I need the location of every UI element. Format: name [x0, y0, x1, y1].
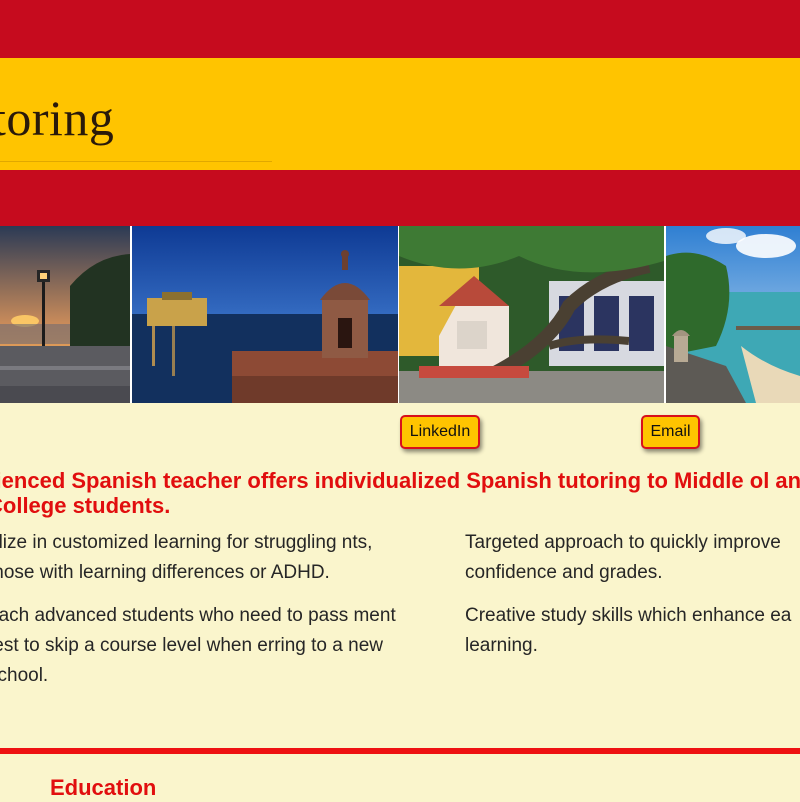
linkedin-button[interactable]: LinkedIn [400, 415, 480, 449]
left-paragraph-2: each advanced students who need to pass … [0, 605, 396, 686]
intro-headline: rienced Spanish teacher offers individua… [0, 468, 800, 518]
fortress-sentry-box-night-photo [132, 226, 398, 403]
sunset-lamppost-photo [0, 226, 130, 403]
right-column: Targeted approach to quickly improve con… [465, 528, 800, 674]
header-divider [0, 161, 272, 162]
right-paragraph-1: Targeted approach to quickly improve con… [465, 532, 781, 583]
coastal-fort-beach-photo [666, 226, 800, 403]
section-divider [0, 748, 800, 754]
header-red-band-top [0, 0, 800, 58]
left-paragraph-1: alize in customized learning for struggl… [0, 532, 373, 583]
right-paragraph-2: Creative study skills which enhance ea l… [465, 605, 792, 656]
courtyard-tree-photo [399, 226, 664, 403]
site-title: toring [0, 90, 115, 146]
email-button[interactable]: Email [641, 415, 700, 449]
header-yellow-band [0, 58, 800, 170]
photo-gallery [0, 226, 800, 403]
education-heading: Education [50, 775, 157, 800]
header-red-band-bottom [0, 170, 800, 226]
left-column: alize in customized learning for struggl… [0, 528, 408, 704]
